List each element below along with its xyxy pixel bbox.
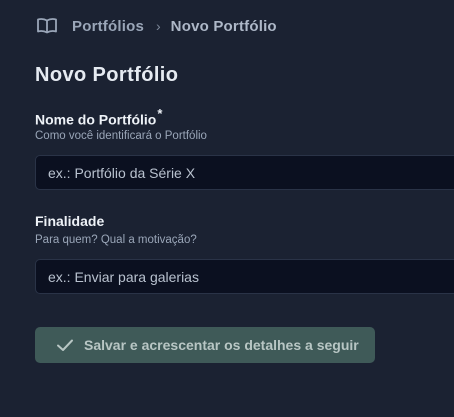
- breadcrumb-item-current: Novo Portfólio: [170, 17, 277, 35]
- purpose-field-label: Finalidade: [35, 213, 105, 229]
- purpose-field-hint: Para quem? Qual a motivação?: [35, 234, 197, 246]
- page: Portfólios › Novo Portfólio Novo Portfól…: [0, 0, 454, 417]
- portfolio-purpose-input[interactable]: [35, 259, 454, 294]
- breadcrumb-separator: ›: [156, 18, 161, 34]
- check-icon: [55, 337, 75, 353]
- save-button-label: Salvar e acrescentar os detalhes a segui…: [84, 337, 359, 353]
- breadcrumb: Portfólios › Novo Portfólio: [36, 15, 277, 37]
- name-field-label-text: Nome do Portfólio: [35, 111, 157, 128]
- portfolio-name-input[interactable]: [35, 155, 454, 190]
- name-field-label: Nome do Portfólio*: [35, 106, 163, 128]
- save-and-continue-button[interactable]: Salvar e acrescentar os detalhes a segui…: [35, 327, 375, 363]
- breadcrumb-item-portfolios[interactable]: Portfólios: [72, 18, 144, 35]
- name-field-hint: Como você identificará o Portfólio: [35, 130, 207, 142]
- page-title: Novo Portfólio: [35, 64, 179, 86]
- book-open-icon: [36, 17, 58, 35]
- required-mark: *: [157, 106, 163, 121]
